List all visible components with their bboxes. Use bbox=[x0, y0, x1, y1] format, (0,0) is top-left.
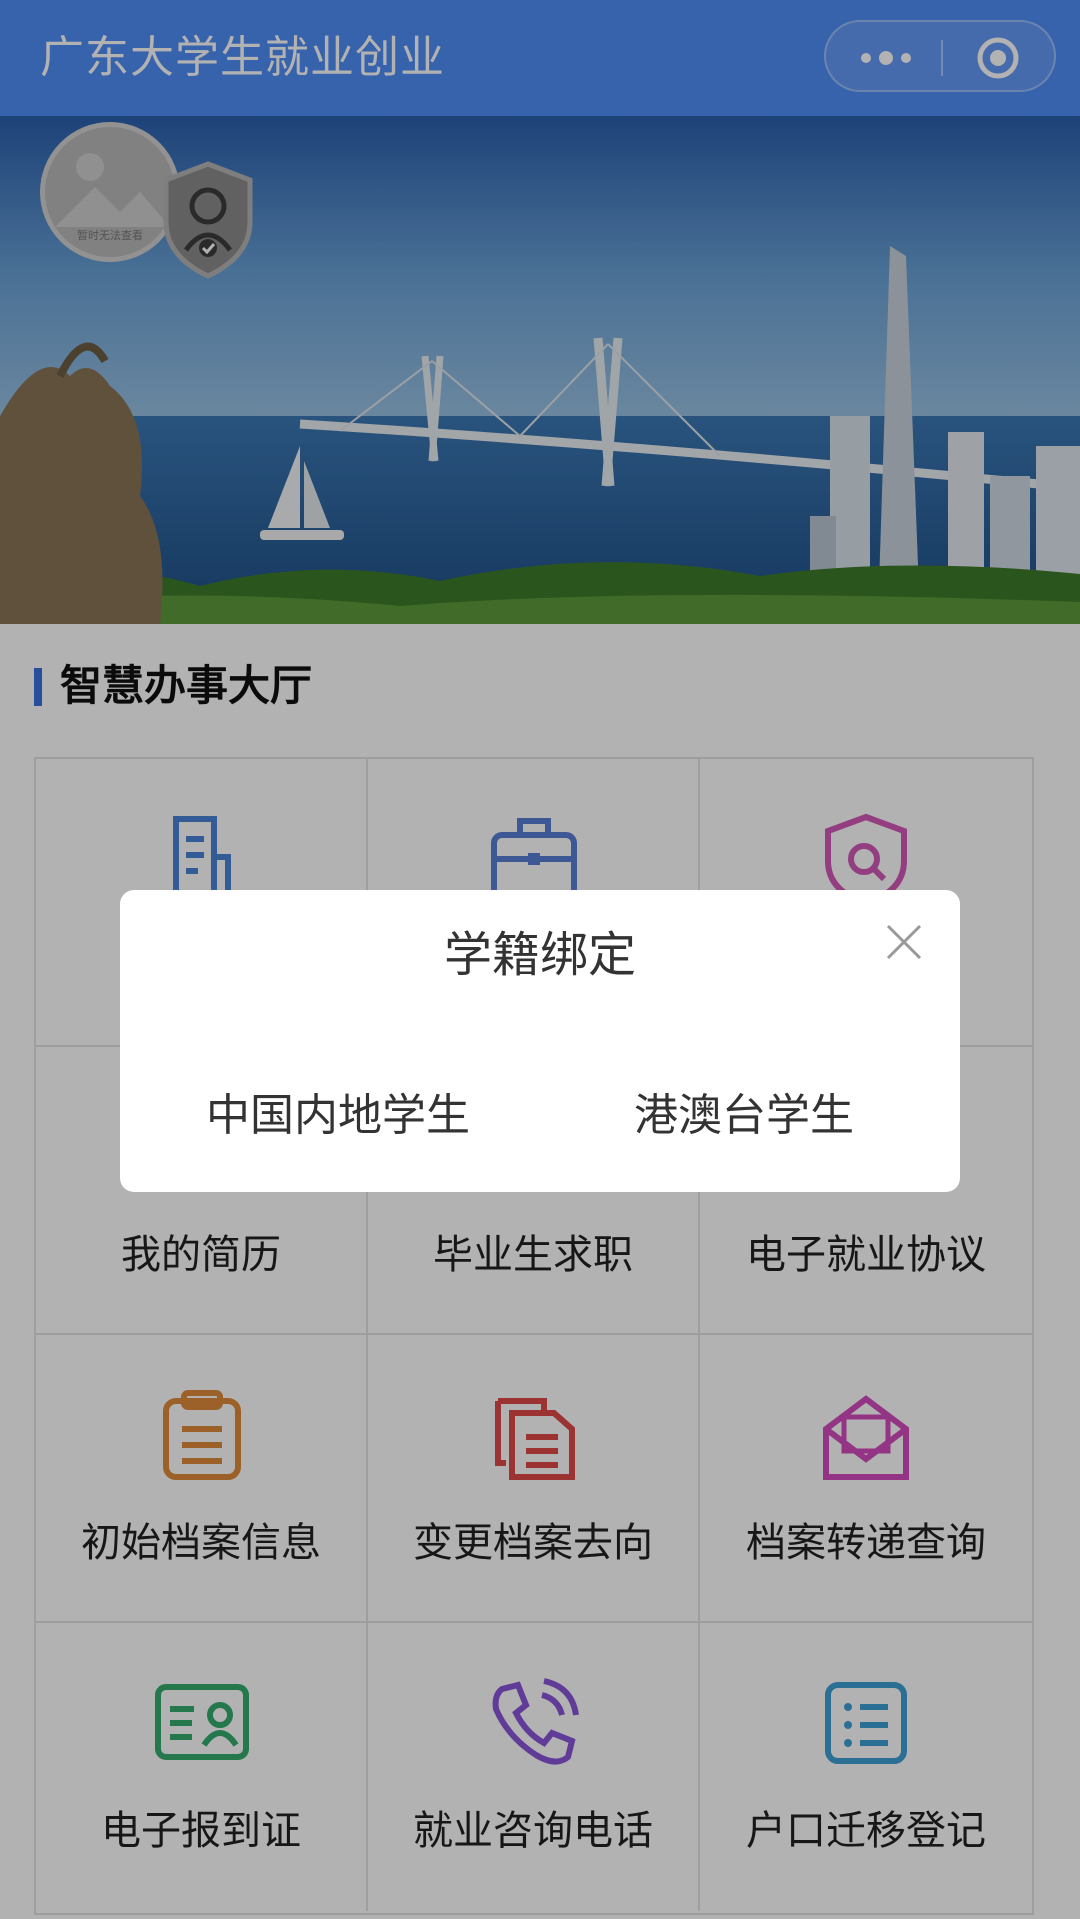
dialog-title: 学籍绑定 bbox=[443, 927, 636, 983]
student-status-binding-dialog: 学籍绑定 中国内地学生 港澳台学生 bbox=[120, 890, 960, 1192]
close-icon[interactable] bbox=[882, 920, 926, 964]
mainland-student-option[interactable]: 中国内地学生 bbox=[206, 1086, 470, 1146]
hk-macao-taiwan-student-option[interactable]: 港澳台学生 bbox=[634, 1086, 854, 1146]
